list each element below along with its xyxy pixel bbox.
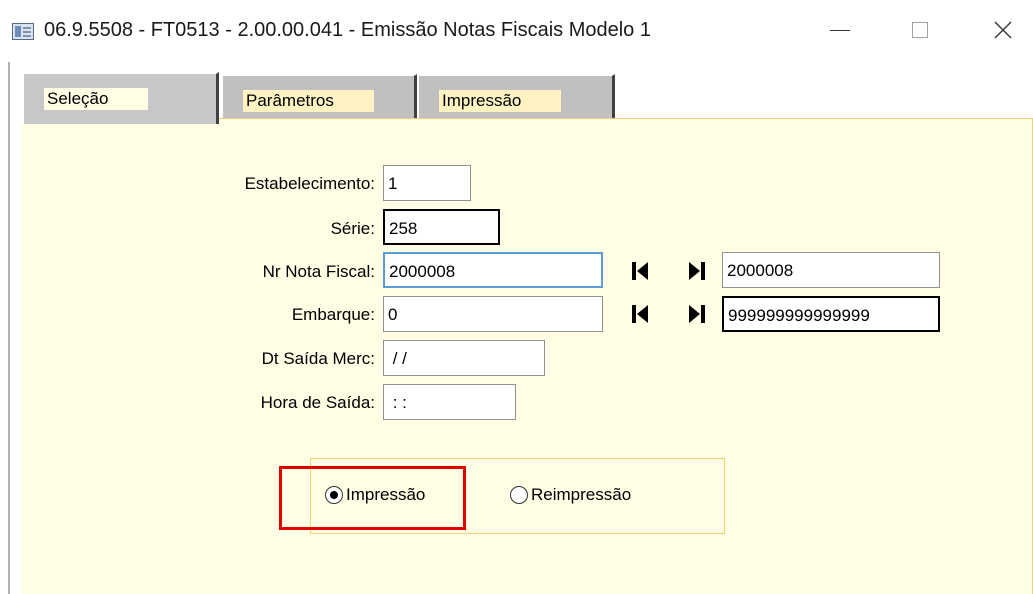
minimize-icon xyxy=(830,29,850,31)
close-icon xyxy=(994,21,1012,39)
maximize-icon xyxy=(912,22,928,38)
radio-impressao[interactable]: Impressão xyxy=(325,485,425,505)
radio-reimpressao[interactable]: Reimpressão xyxy=(510,485,631,505)
radio-impressao-label: Impressão xyxy=(346,485,426,504)
window-title: 06.9.5508 - FT0513 - 2.00.00.041 - Emiss… xyxy=(44,19,651,41)
radio-reimpressao-label: Reimpressão xyxy=(531,485,632,504)
tab-parametros[interactable]: Parâmetros xyxy=(221,74,417,122)
minimize-button[interactable] xyxy=(817,12,863,48)
tab-impressao-label: Impressão xyxy=(439,90,562,112)
radio-selected-icon xyxy=(325,486,343,504)
radio-unselected-icon xyxy=(510,486,528,504)
tab-parametros-label: Parâmetros xyxy=(243,90,374,112)
app-window-icon xyxy=(12,23,34,40)
maximize-button[interactable] xyxy=(897,12,943,48)
title-bar: 06.9.5508 - FT0513 - 2.00.00.041 - Emiss… xyxy=(0,0,1033,62)
tab-selecao[interactable]: Seleção xyxy=(22,72,219,124)
tab-selecao-label: Seleção xyxy=(44,88,149,110)
close-button[interactable] xyxy=(980,12,1026,48)
tab-impressao[interactable]: Impressão xyxy=(417,74,615,122)
